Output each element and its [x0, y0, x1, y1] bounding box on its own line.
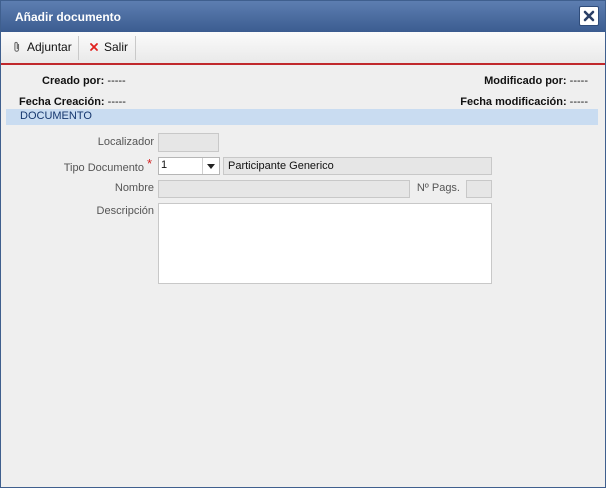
dialog-titlebar[interactable]: Añadir documento [1, 1, 605, 32]
description-label: Descripción [96, 205, 154, 217]
created-by-label: Creado por: [42, 75, 105, 87]
created-by-row: Creado por: ----- [42, 75, 126, 87]
toolbar-separator [135, 36, 136, 60]
required-asterisk: * [147, 156, 153, 171]
doc-type-select[interactable]: 1 [158, 157, 220, 175]
exit-label: Salir [104, 40, 129, 54]
doc-type-label: Tipo Documento [63, 162, 144, 174]
modified-by-row: Modificado por: ----- [484, 75, 588, 87]
add-document-dialog: Añadir documento Adjuntar Salir Creado p… [0, 0, 606, 488]
creation-date-value: ----- [107, 96, 126, 108]
description-textarea[interactable] [158, 203, 492, 284]
locator-input[interactable] [158, 133, 219, 152]
chevron-down-icon [207, 164, 215, 169]
name-input[interactable] [158, 180, 410, 198]
paperclip-icon [14, 41, 20, 52]
modification-date-label: Fecha modificación: [460, 96, 567, 108]
exit-button[interactable]: Salir [88, 36, 130, 58]
section-title: DOCUMENTO [20, 110, 92, 122]
modified-by-label: Modificado por: [484, 75, 567, 87]
pages-input[interactable] [466, 180, 492, 198]
section-header: DOCUMENTO [6, 109, 598, 125]
modification-date-row: Fecha modificación: ----- [460, 96, 588, 108]
name-label: Nombre [114, 182, 154, 194]
attach-button[interactable]: Adjuntar [11, 36, 73, 58]
doc-type-description: Participante Generico [223, 157, 492, 175]
toolbar: Adjuntar Salir [1, 32, 605, 65]
close-button[interactable] [579, 6, 599, 26]
created-by-value: ----- [107, 75, 126, 87]
doc-type-select-value: 1 [161, 159, 168, 171]
toolbar-separator [78, 36, 79, 60]
close-icon [583, 10, 595, 22]
dropdown-arrow[interactable] [202, 158, 219, 174]
modified-by-value: ----- [569, 75, 588, 87]
doc-type-description-text: Participante Generico [228, 160, 334, 172]
locator-label: Localizador [97, 136, 154, 148]
attach-label: Adjuntar [27, 40, 72, 54]
creation-date-row: Fecha Creación: ----- [19, 96, 126, 108]
dialog-title: Añadir documento [15, 10, 122, 24]
red-x-icon [90, 43, 98, 51]
modification-date-value: ----- [569, 96, 588, 108]
pages-label: Nº Pags. [416, 182, 460, 194]
creation-date-label: Fecha Creación: [19, 96, 105, 108]
